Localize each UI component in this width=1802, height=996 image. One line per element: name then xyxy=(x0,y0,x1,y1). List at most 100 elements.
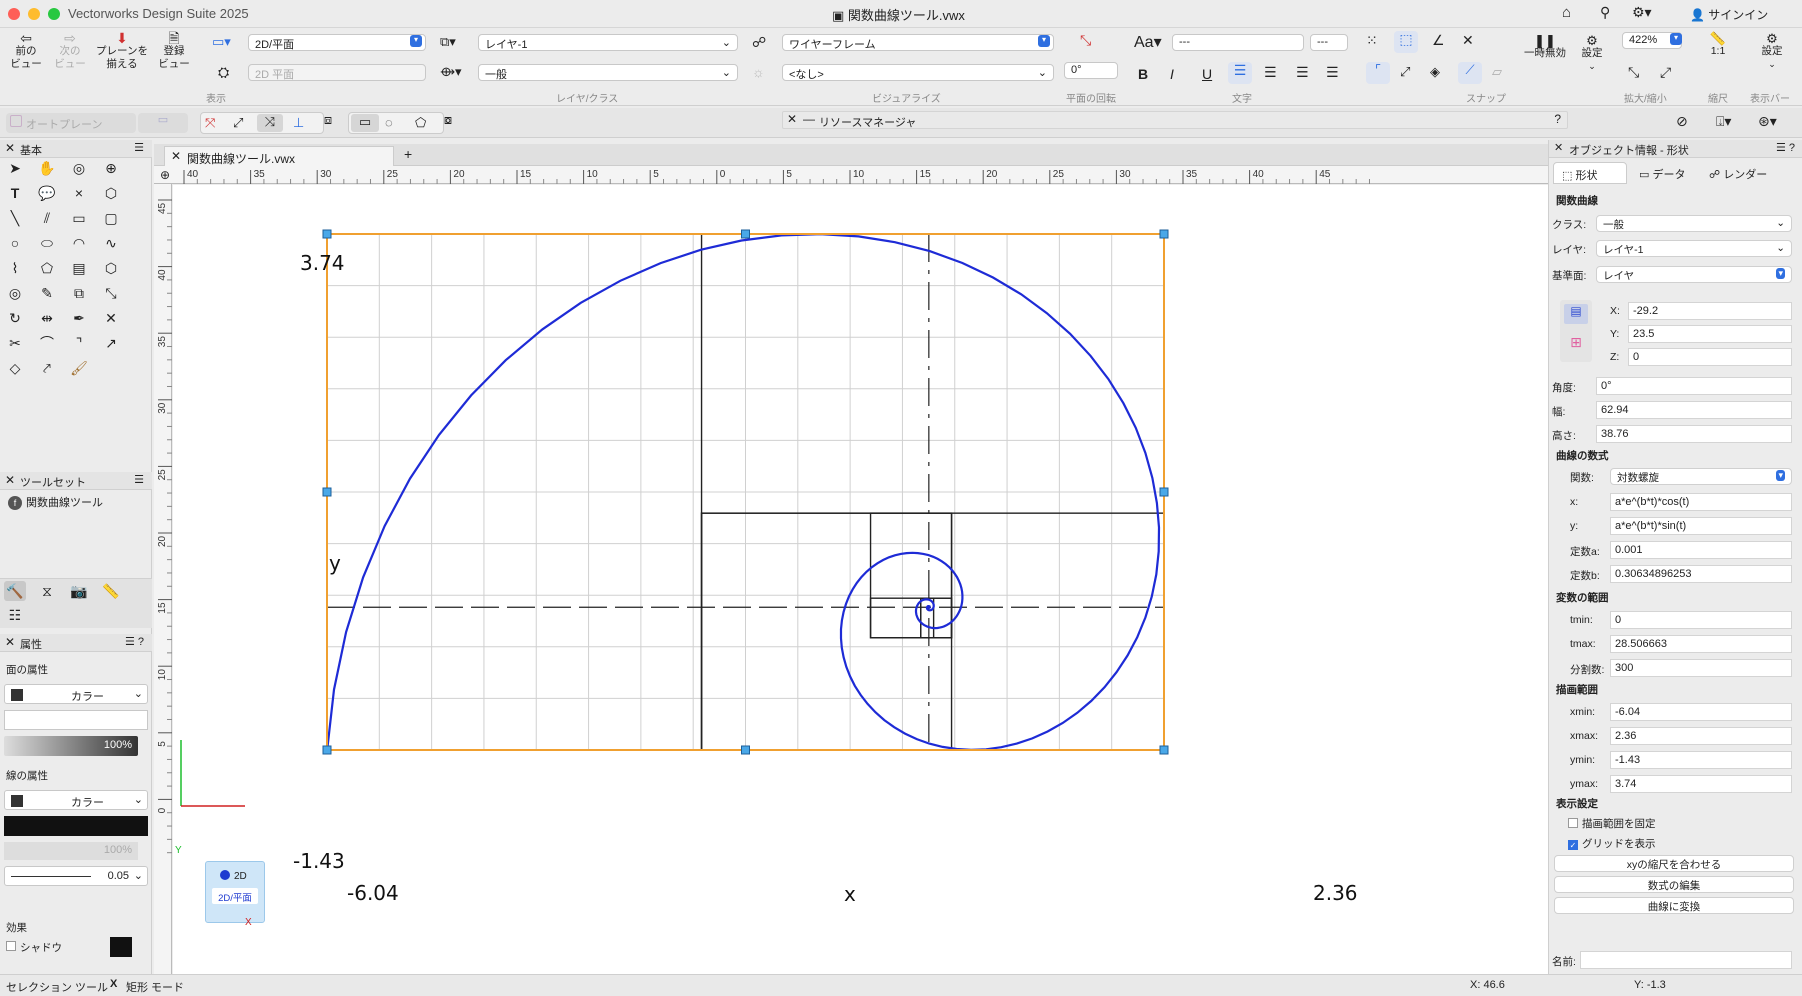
document-tab[interactable]: ✕ 関数曲線ツール.vwx xyxy=(164,146,394,166)
drawing-area[interactable]: 3.74 -1.43 -6.04 2.36 x y 2D 2D/平面 Y X xyxy=(173,185,1548,980)
mode-icon-1[interactable]: ⤧ xyxy=(205,115,215,131)
ruler-origin-icon[interactable]: ⊕ xyxy=(160,168,170,182)
snap-plane-icon[interactable]: ▱ xyxy=(1492,64,1502,80)
align-center-button[interactable]: ☰ xyxy=(1264,64,1277,81)
fix-range-checkbox[interactable]: 描画範囲を固定 xyxy=(1568,816,1656,831)
font-icon[interactable]: Aa▾ xyxy=(1134,32,1162,52)
xmin-field[interactable]: -6.04 xyxy=(1610,703,1792,721)
x-field[interactable]: -29.2 xyxy=(1628,302,1792,320)
render-mode-select[interactable]: ワイヤーフレーム xyxy=(782,34,1054,51)
collapse-icon[interactable]: — xyxy=(803,112,815,126)
menu-icon[interactable]: ☰ xyxy=(134,473,144,486)
reshape-tool-icon[interactable]: ⤡ xyxy=(100,283,122,303)
close-icon[interactable]: ✕ xyxy=(1554,141,1563,154)
arc-tool-icon[interactable]: ◠ xyxy=(68,233,90,253)
layer-select[interactable]: レイヤ-1 ⌄ xyxy=(478,34,738,51)
menu-icon[interactable]: ☰ ? xyxy=(1776,141,1795,154)
line-tool-icon[interactable]: ╲ xyxy=(4,208,26,228)
z-field[interactable]: 0 xyxy=(1628,348,1792,366)
signin-button[interactable]: 👤 サインイン xyxy=(1690,6,1768,23)
mode-icon-4[interactable]: ⊥ xyxy=(293,115,304,131)
line-color-well[interactable] xyxy=(4,816,148,836)
new-tab-button[interactable]: + xyxy=(404,146,412,162)
underline-button[interactable]: U xyxy=(1202,66,1212,82)
flyover-tool-icon[interactable]: ◎ xyxy=(68,158,90,178)
justify-button[interactable]: ☰ xyxy=(1326,64,1339,81)
y-field[interactable]: 23.5 xyxy=(1628,325,1792,343)
rounded-rectangle-tool-icon[interactable]: ▢ xyxy=(100,208,122,228)
eyedropper-tool-icon[interactable]: ✎ xyxy=(36,283,58,303)
menu-icon[interactable]: ☰ ? xyxy=(125,635,144,648)
mode-icon-2[interactable]: ⤢ xyxy=(233,115,243,131)
font-size-select[interactable]: --- xyxy=(1310,34,1348,51)
tab-render[interactable]: ☍ レンダー xyxy=(1701,162,1785,184)
camera-tab-icon[interactable]: 📷 xyxy=(68,581,90,601)
menu-icon[interactable]: ☰ xyxy=(134,141,144,154)
next-view-button[interactable]: ⇨ 次の ビュー xyxy=(50,31,90,71)
mode-icon-5[interactable]: ⧈ xyxy=(314,112,342,134)
snap-angle-icon[interactable]: ∠ xyxy=(1432,32,1445,49)
chamfer-tool-icon[interactable]: ⌝ xyxy=(68,333,90,353)
pen-tool-icon[interactable]: ✒ xyxy=(68,308,90,328)
rotate-tool-icon[interactable]: ↻ xyxy=(4,308,26,328)
prev-view-button[interactable]: ⇦ 前の ビュー xyxy=(6,31,46,71)
gear-icon[interactable]: ⚙▾ xyxy=(1632,4,1652,21)
angle-field[interactable]: 0° xyxy=(1596,377,1792,395)
fill-color-well[interactable] xyxy=(4,710,148,730)
tmin-field[interactable]: 0 xyxy=(1610,611,1792,629)
align-plane-button[interactable]: ⬇ プレーンを 揃える xyxy=(94,31,150,71)
mode-icon-3[interactable]: ⤨ xyxy=(257,114,283,132)
trim-tool-icon[interactable]: ✕ xyxy=(100,308,122,328)
polyline-tool-icon[interactable]: ⌇ xyxy=(4,258,26,278)
rectangle-mode-icon[interactable]: ▭ xyxy=(351,114,379,132)
view-menu-icon[interactable]: ⍗▾ xyxy=(1716,113,1731,130)
close-icon[interactable]: ✕ xyxy=(5,141,15,155)
view-select[interactable]: 2D/平面 xyxy=(248,34,426,51)
snap-grid-icon[interactable]: ⁙ xyxy=(1366,32,1378,49)
line-type-select[interactable]: カラー ⌄ xyxy=(4,790,148,810)
close-icon[interactable]: ✕ xyxy=(5,635,15,649)
resource-manager-bar[interactable]: ✕ — リソースマネージャ ? xyxy=(782,111,1568,129)
locus-tool-icon[interactable]: × xyxy=(68,183,90,203)
fill-opacity-slider[interactable]: 100% xyxy=(4,736,138,756)
close-icon[interactable]: ✕ xyxy=(787,112,797,126)
lasso-mode-icon[interactable]: ◌ xyxy=(385,115,393,130)
position-anchor[interactable]: ▤ ⊞ xyxy=(1560,300,1592,362)
italic-button[interactable]: I xyxy=(1170,66,1174,82)
constant-a-field[interactable]: 0.001 xyxy=(1610,541,1792,559)
auto-plane-toggle[interactable]: オートプレーン xyxy=(6,113,136,133)
help-icon[interactable]: ? xyxy=(1554,112,1561,126)
eraser-tool-icon[interactable]: ◇ xyxy=(4,358,26,378)
snap-object-icon[interactable]: ⬚ xyxy=(1394,31,1418,53)
font-select[interactable]: --- xyxy=(1172,34,1304,51)
callout-tool-icon[interactable]: 💬 xyxy=(36,183,58,203)
align-right-button[interactable]: ☰ xyxy=(1296,64,1309,81)
saved-view-button[interactable]: 🗎 登録 ビュー xyxy=(154,31,194,71)
pan-tool-icon[interactable]: ✋ xyxy=(36,158,58,178)
tab-data[interactable]: ▭ データ xyxy=(1631,162,1699,184)
layer-select[interactable]: レイヤ-1 ⌄ xyxy=(1596,240,1792,257)
polygon-mode-icon[interactable]: ⬠ xyxy=(415,115,426,131)
class-select[interactable]: 一般 ⌄ xyxy=(478,64,738,81)
xmax-field[interactable]: 2.36 xyxy=(1610,727,1792,745)
class-select[interactable]: 一般 ⌄ xyxy=(1596,215,1792,232)
oval-tool-icon[interactable]: ⬭ xyxy=(36,233,58,253)
paint-tool-icon[interactable]: 🖌 xyxy=(68,358,90,378)
bold-button[interactable]: B xyxy=(1138,66,1148,82)
line-weight-select[interactable]: 0.05 ⌄ xyxy=(4,866,148,886)
tab-shape[interactable]: ⬚ 形状 xyxy=(1553,162,1627,184)
dims-tab-icon[interactable]: 📏 xyxy=(100,581,122,601)
name-field[interactable] xyxy=(1580,951,1792,969)
offset-tool-icon[interactable]: ↗ xyxy=(100,333,122,353)
plane-select[interactable]: レイヤ ▾ xyxy=(1596,266,1792,283)
snap-smart-icon[interactable]: ⟋ xyxy=(1458,62,1482,84)
scale-button[interactable]: 📏 1:1 xyxy=(1700,32,1736,58)
minimize-window-button[interactable] xyxy=(28,8,40,20)
pause-button[interactable]: ❚❚ 一時無効 xyxy=(1522,34,1568,60)
detail-tab-icon[interactable]: ☷ xyxy=(4,605,26,625)
freehand-tool-icon[interactable]: ∿ xyxy=(100,233,122,253)
connect-tool-icon[interactable]: ⤤ xyxy=(36,358,58,378)
circle-tool-icon[interactable]: ○ xyxy=(4,233,26,253)
tmax-field[interactable]: 28.506663 xyxy=(1610,635,1792,653)
rectangle-tool-icon[interactable]: ▭ xyxy=(68,208,90,228)
